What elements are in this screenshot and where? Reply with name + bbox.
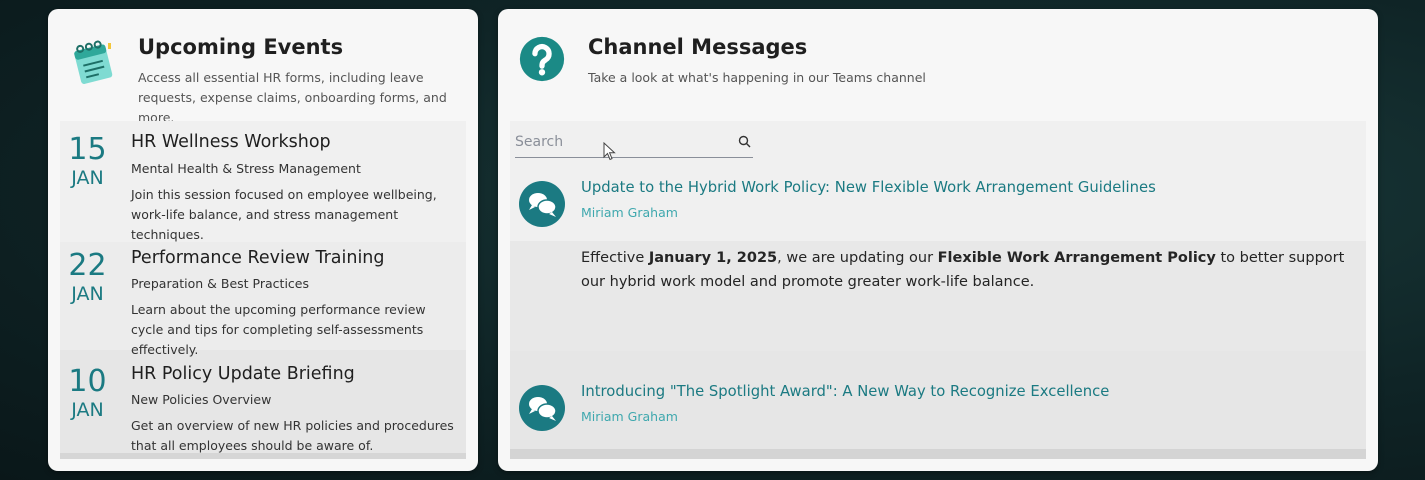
mouse-cursor-icon <box>603 142 616 161</box>
chat-bubbles-icon <box>519 181 565 227</box>
search-box[interactable] <box>515 127 753 158</box>
event-title: Performance Review Training <box>131 248 385 268</box>
event-item[interactable]: 22 JAN Performance Review Training Prepa… <box>60 247 466 357</box>
event-description: Join this session focused on employee we… <box>131 187 437 242</box>
event-description: Learn about the upcoming performance rev… <box>131 302 426 357</box>
message-author: Miriam Graham <box>581 409 678 424</box>
event-month: JAN <box>71 167 104 189</box>
event-day: 22 <box>68 248 107 283</box>
event-item[interactable]: 15 JAN HR Wellness Workshop Mental Healt… <box>60 131 466 242</box>
event-subtitle: Preparation & Best Practices <box>131 276 309 291</box>
events-title: Upcoming Events <box>138 35 344 59</box>
message-body: Effective January 1, 2025, we are updati… <box>581 246 1361 294</box>
event-day: 15 <box>68 132 107 167</box>
message-author: Miriam Graham <box>581 205 678 220</box>
body-text: , we are updating our <box>777 250 938 266</box>
upcoming-events-card: Upcoming Events Access all essential HR … <box>48 9 478 471</box>
event-description: Get an overview of new HR policies and p… <box>131 418 454 453</box>
body-text: Effective <box>581 250 649 266</box>
events-description: Access all essential HR forms, including… <box>138 70 447 125</box>
search-input[interactable] <box>515 131 725 153</box>
question-mark-icon <box>519 36 565 82</box>
event-title: HR Wellness Workshop <box>131 132 331 152</box>
channel-messages-card: Channel Messages Take a look at what's h… <box>498 9 1378 471</box>
search-icon[interactable] <box>738 135 751 148</box>
messages-header: Channel Messages Take a look at what's h… <box>498 9 1378 121</box>
event-day: 10 <box>68 364 107 399</box>
event-month: JAN <box>71 283 104 305</box>
body-bold-text: January 1, 2025 <box>648 250 778 266</box>
event-subtitle: New Policies Overview <box>131 392 272 407</box>
event-title: HR Policy Update Briefing <box>131 364 355 384</box>
messages-scroll-edge <box>510 449 1366 459</box>
messages-title: Channel Messages <box>588 35 808 59</box>
chat-bubbles-icon <box>519 385 565 431</box>
message-title-link[interactable]: Update to the Hybrid Work Policy: New Fl… <box>581 179 1156 196</box>
calendar-notepad-icon <box>74 40 113 84</box>
event-month: JAN <box>71 399 104 421</box>
event-item[interactable]: 10 JAN HR Policy Update Briefing New Pol… <box>60 363 466 455</box>
message-title-link[interactable]: Introducing "The Spotlight Award": A New… <box>581 383 1109 400</box>
message-row-bg <box>510 351 1366 459</box>
events-header: Upcoming Events Access all essential HR … <box>48 9 478 125</box>
messages-description: Take a look at what's happening in our T… <box>588 70 926 85</box>
event-subtitle: Mental Health & Stress Management <box>131 161 361 176</box>
body-bold-text: Flexible Work Arrangement Policy <box>937 250 1216 266</box>
